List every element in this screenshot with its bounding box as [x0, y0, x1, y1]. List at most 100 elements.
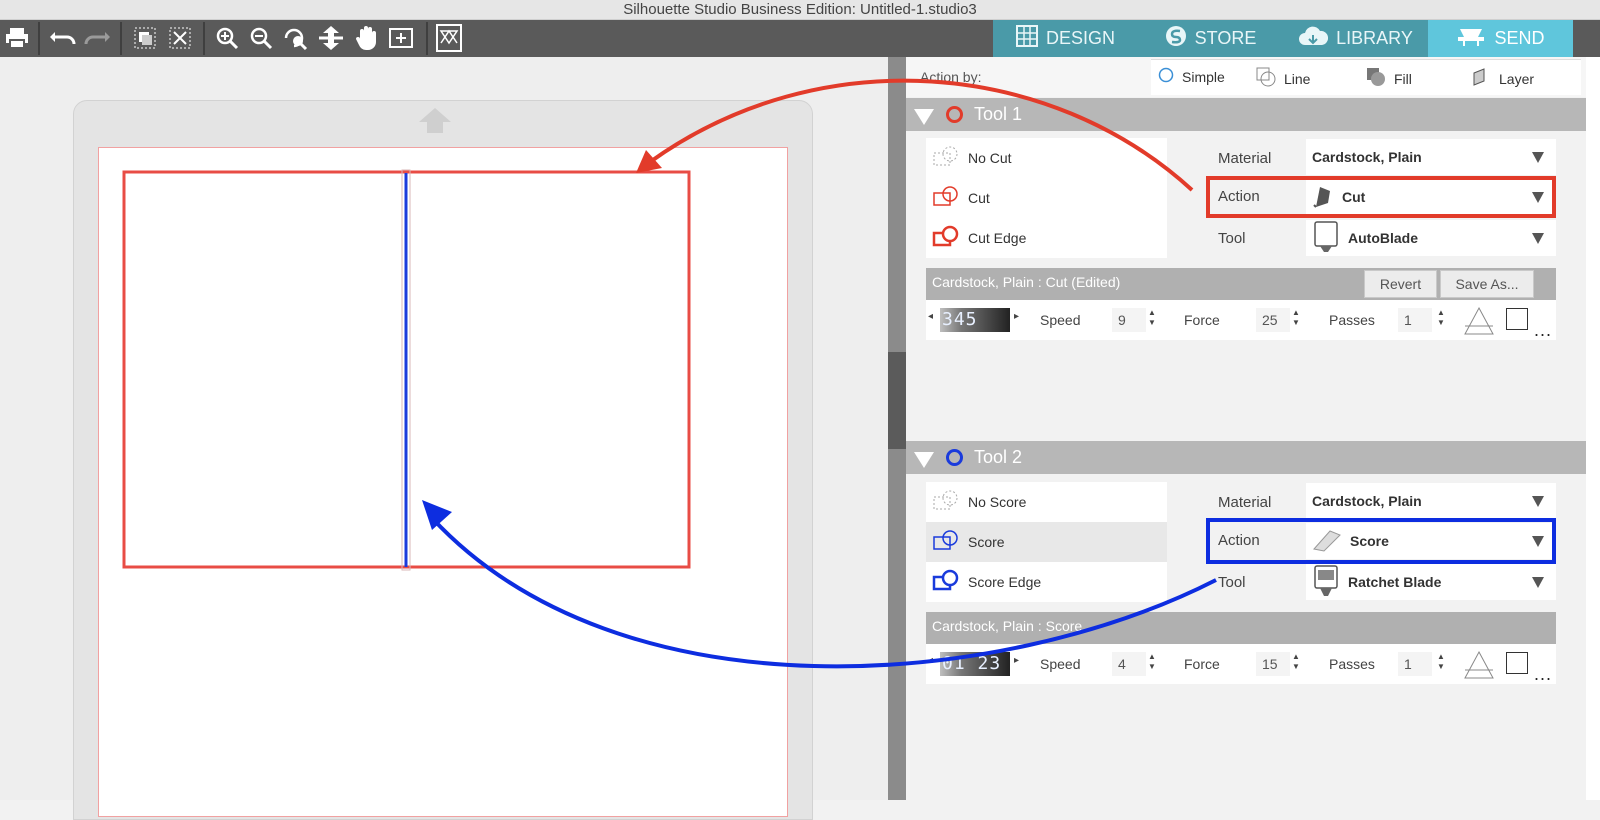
- tool1-material-dropdown[interactable]: Cardstock, Plain: [1306, 139, 1556, 175]
- passes-value[interactable]: 1: [1398, 652, 1432, 676]
- grid-icon: [1015, 25, 1038, 52]
- option-no-score[interactable]: No Score: [926, 482, 1167, 522]
- action-by-line[interactable]: Line: [1256, 67, 1310, 90]
- speed-label: Speed: [1040, 656, 1081, 672]
- action-highlight-red: [1206, 176, 1556, 218]
- line-segment-icon[interactable]: [1463, 650, 1495, 683]
- tool1-tool-dropdown[interactable]: AutoBlade: [1306, 220, 1556, 256]
- line-icon: [1256, 67, 1276, 90]
- chevron-down-icon: [1532, 233, 1544, 244]
- send-panel: Action by: Simple Line Fill Layer Tool 1…: [906, 57, 1586, 800]
- action-by-label: Action by:: [920, 69, 982, 85]
- tab-design[interactable]: DESIGN: [993, 20, 1138, 57]
- more-options-icon[interactable]: ...: [1534, 664, 1552, 685]
- print-icon[interactable]: [2, 24, 32, 52]
- tool2-header[interactable]: Tool 2: [906, 441, 1586, 474]
- pan-down-icon[interactable]: [316, 24, 346, 52]
- redo-icon[interactable]: [82, 24, 112, 52]
- chevron-down-icon: [1532, 496, 1544, 507]
- tool2-score-options: No Score Score Score Edge: [926, 482, 1167, 602]
- force-stepper[interactable]: ▲ ▼: [1291, 652, 1301, 676]
- zoom-out-icon[interactable]: [246, 24, 276, 52]
- trace-icon[interactable]: [434, 24, 464, 52]
- collapse-triangle-icon[interactable]: [914, 109, 934, 125]
- cut-icon: [932, 185, 962, 212]
- option-score[interactable]: Score: [926, 522, 1167, 562]
- more-options-icon[interactable]: ...: [1534, 320, 1552, 341]
- fill-icon: [1366, 67, 1386, 90]
- overcut-checkbox[interactable]: [1506, 308, 1528, 330]
- line-segment-icon[interactable]: [1463, 306, 1495, 339]
- arrow-left-icon: ◂: [928, 311, 934, 322]
- overcut-checkbox[interactable]: [1506, 652, 1528, 674]
- save-as-button[interactable]: Save As...: [1440, 270, 1534, 298]
- force-label: Force: [1184, 312, 1220, 328]
- vertical-scrollbar[interactable]: [888, 57, 906, 800]
- chevron-down-icon: [1532, 152, 1544, 163]
- action-by-simple[interactable]: Simple: [1158, 67, 1225, 86]
- speed-stepper[interactable]: ▲ ▼: [1147, 308, 1157, 332]
- tool1-header[interactable]: Tool 1: [906, 98, 1586, 131]
- revert-button[interactable]: Revert: [1364, 270, 1437, 298]
- blade-depth-meter[interactable]: 345 67: [940, 308, 1010, 332]
- speed-stepper[interactable]: ▲ ▼: [1147, 652, 1157, 676]
- passes-label: Passes: [1329, 656, 1375, 672]
- tool2-tool-dropdown[interactable]: Ratchet Blade: [1306, 564, 1556, 600]
- force-label: Force: [1184, 656, 1220, 672]
- zoom-in-icon[interactable]: [212, 24, 242, 52]
- tool-label: Tool: [1218, 574, 1246, 591]
- autoblade-icon: [1312, 220, 1340, 256]
- option-no-cut[interactable]: No Cut: [926, 138, 1167, 178]
- ungroup-icon[interactable]: [165, 24, 195, 52]
- ratchet-blade-icon: [1312, 564, 1340, 600]
- tool1-cut-options: No Cut Cut Cut Edge: [926, 138, 1167, 258]
- design-canvas[interactable]: [0, 57, 888, 820]
- cloud-icon: [1298, 25, 1329, 52]
- radio-icon: [1158, 67, 1174, 86]
- tab-store[interactable]: STORE: [1138, 20, 1283, 57]
- arrow-left-icon: ◂: [928, 655, 934, 666]
- material-label: Material: [1218, 150, 1272, 167]
- hand-icon[interactable]: [352, 24, 382, 52]
- passes-label: Passes: [1329, 312, 1375, 328]
- group-icon[interactable]: [130, 24, 160, 52]
- speed-value[interactable]: 9: [1112, 308, 1146, 332]
- option-score-edge[interactable]: Score Edge: [926, 562, 1167, 602]
- tab-send[interactable]: SEND: [1428, 20, 1573, 57]
- tool-label: Tool: [1218, 230, 1246, 247]
- action-by-layer[interactable]: Layer: [1471, 67, 1534, 90]
- score-icon: [932, 529, 962, 556]
- force-stepper[interactable]: ▲ ▼: [1291, 308, 1301, 332]
- collapse-triangle-icon[interactable]: [914, 452, 934, 468]
- panel-edge: [1586, 57, 1600, 800]
- cutter-icon: [1456, 25, 1486, 52]
- tool1-settings: ◂ 345 67 ▸ Speed 9 ▲▼ Force 25 ▲▼ Passes…: [926, 300, 1556, 340]
- action-by-fill[interactable]: Fill: [1366, 67, 1412, 90]
- option-cut-edge[interactable]: Cut Edge: [926, 218, 1167, 258]
- tool2-preset-bar: Cardstock, Plain : Score: [926, 612, 1556, 644]
- tab-library[interactable]: LIBRARY: [1283, 20, 1428, 57]
- no-score-icon: [932, 489, 962, 516]
- passes-stepper[interactable]: ▲ ▼: [1436, 652, 1446, 676]
- arrow-right-icon: ▸: [1014, 311, 1020, 322]
- s-logo-icon: [1165, 25, 1187, 52]
- passes-stepper[interactable]: ▲ ▼: [1436, 308, 1446, 332]
- speed-value[interactable]: 4: [1112, 652, 1146, 676]
- blade-depth-meter[interactable]: 01 23: [940, 652, 1010, 676]
- action-by-bar: Action by: Simple Line Fill Layer: [906, 57, 1586, 97]
- force-value[interactable]: 15: [1256, 652, 1290, 676]
- chevron-down-icon: [1532, 577, 1544, 588]
- score-edge-icon: [932, 569, 962, 596]
- action-highlight-blue: [1206, 518, 1556, 564]
- tool2-settings: ◂ 01 23 ▸ Speed 4 ▲ ▼ Force 15 ▲ ▼ Passes …: [926, 644, 1556, 684]
- undo-icon[interactable]: [48, 24, 78, 52]
- zoom-select-icon[interactable]: [280, 24, 310, 52]
- passes-value[interactable]: 1: [1398, 308, 1432, 332]
- cut-edge-icon: [932, 225, 962, 252]
- design-shapes[interactable]: [0, 57, 888, 800]
- scrollbar-thumb[interactable]: [888, 352, 906, 449]
- fit-page-icon[interactable]: [386, 24, 416, 52]
- option-cut[interactable]: Cut: [926, 178, 1167, 218]
- tool2-material-dropdown[interactable]: Cardstock, Plain: [1306, 483, 1556, 519]
- force-value[interactable]: 25: [1256, 308, 1290, 332]
